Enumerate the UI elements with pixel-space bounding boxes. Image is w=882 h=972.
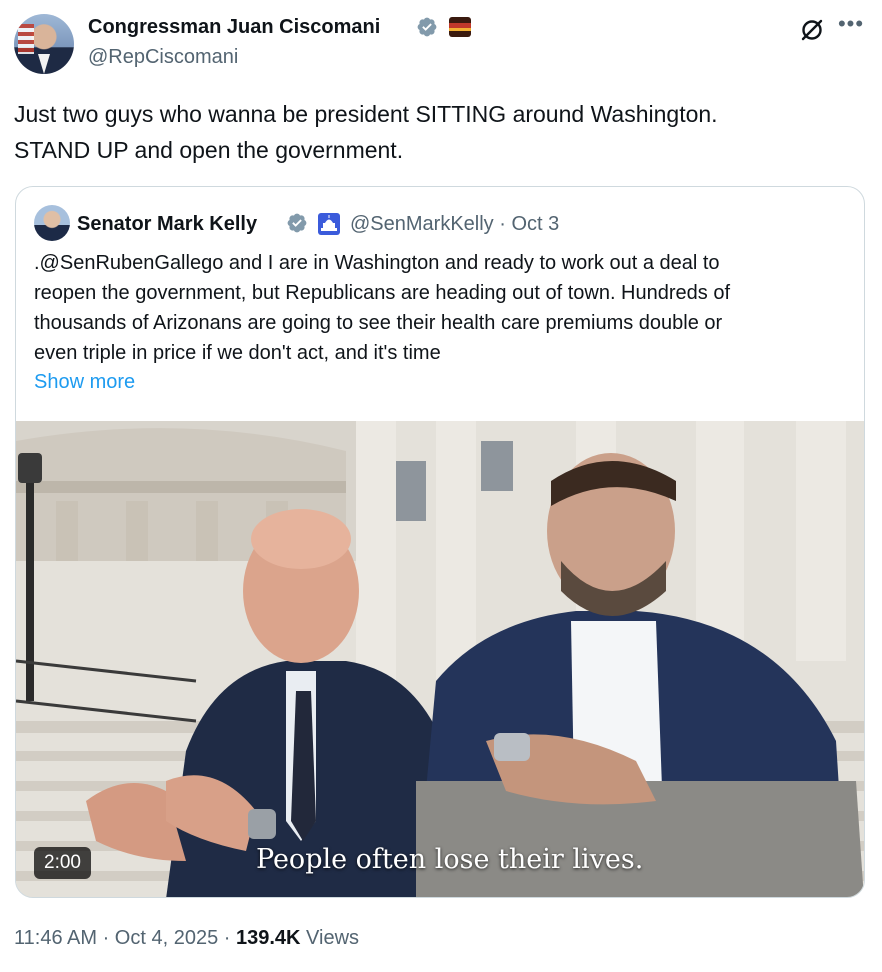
video-duration: 2:00 (34, 847, 91, 879)
quoted-text-line: thousands of Arizonans are going to see … (34, 312, 723, 334)
quoted-tweet[interactable]: Senator Mark Kelly @SenMarkKelly · Oct 3… (15, 186, 865, 898)
tweet-timestamp[interactable]: 11:46 AM · Oct 4, 2025 · (14, 927, 236, 949)
quoted-avatar[interactable] (34, 205, 70, 241)
verified-badge-icon (417, 17, 437, 37)
quoted-text-line: even triple in price if we don't act, an… (34, 342, 441, 364)
video-thumbnail (16, 421, 864, 897)
quoted-author-name[interactable]: Senator Mark Kelly (77, 211, 257, 237)
verified-badge-icon (287, 213, 307, 233)
video-caption: People often lose their lives. (256, 844, 644, 875)
quoted-handle-date[interactable]: @SenMarkKelly · Oct 3 (350, 211, 559, 237)
video-player[interactable]: 2:00 People often lose their lives. (16, 421, 864, 897)
author-name[interactable]: Congressman Juan Ciscomani (88, 14, 380, 40)
show-more-link[interactable]: Show more (34, 369, 135, 395)
more-icon[interactable]: ••• (836, 13, 866, 40)
author-handle[interactable]: @RepCiscomani (88, 44, 238, 70)
tweet-text-line: Just two guys who wanna be president SIT… (14, 101, 718, 127)
tweet-text: Just two guys who wanna be president SIT… (14, 96, 854, 168)
avatar-flag (18, 24, 34, 54)
views-count[interactable]: 139.4K (236, 927, 301, 949)
quoted-text-line: reopen the government, but Republicans a… (34, 282, 731, 304)
author-avatar[interactable] (14, 14, 74, 74)
flag-badge-icon (449, 17, 471, 37)
capitol-icon (318, 213, 340, 235)
grok-icon[interactable] (798, 16, 826, 44)
views-label: Views (300, 927, 360, 949)
quoted-text: .@SenRubenGallego and I are in Washingto… (34, 248, 854, 368)
avatar-shirt (38, 54, 50, 74)
tweet-meta: 11:46 AM · Oct 4, 2025 · 139.4K Views (14, 924, 359, 952)
quoted-text-line: .@SenRubenGallego and I are in Washingto… (34, 252, 720, 274)
tweet-text-line: STAND UP and open the government. (14, 137, 404, 163)
